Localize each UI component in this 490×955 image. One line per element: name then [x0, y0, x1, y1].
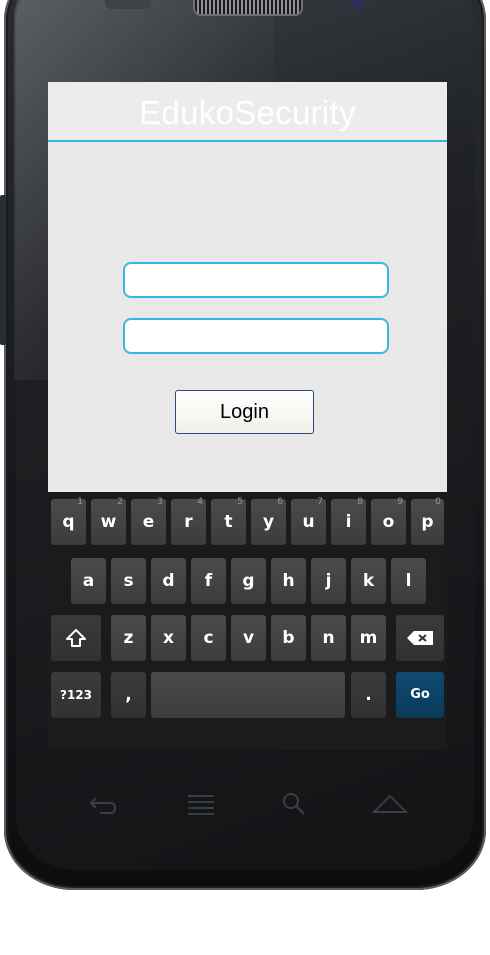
key-o[interactable]: o9 [371, 497, 406, 545]
menu-icon[interactable] [186, 792, 216, 822]
key-u[interactable]: u7 [291, 497, 326, 545]
key-c[interactable]: c [191, 615, 226, 661]
key-f[interactable]: f [191, 558, 226, 604]
key-t[interactable]: t5 [211, 497, 246, 545]
key-g[interactable]: g [231, 558, 266, 604]
key-k[interactable]: k [351, 558, 386, 604]
key-label: p [421, 512, 434, 532]
shift-key[interactable] [51, 615, 101, 661]
key-hint: 6 [277, 497, 283, 507]
key-y[interactable]: y6 [251, 497, 286, 545]
app-screen: EdukoSecurity Login q1 w2 e3 r4 t5 y6 u7… [48, 82, 447, 750]
key-label: e [142, 512, 155, 532]
key-n[interactable]: n [311, 615, 346, 661]
backspace-key[interactable] [396, 615, 444, 661]
search-icon[interactable] [282, 792, 306, 822]
key-b[interactable]: b [271, 615, 306, 661]
key-w[interactable]: w2 [91, 497, 126, 545]
home-icon[interactable] [371, 792, 409, 822]
key-hint: 4 [197, 497, 203, 507]
key-label: u [302, 512, 315, 532]
app-title: EdukoSecurity [48, 82, 447, 142]
volume-button [0, 195, 6, 345]
key-hint: 8 [357, 497, 363, 507]
key-hint: 3 [157, 497, 163, 507]
key-l[interactable]: l [391, 558, 426, 604]
key-label: y [262, 512, 275, 532]
password-field[interactable] [123, 318, 389, 354]
earpiece-speaker [193, 0, 303, 16]
key-label: r [184, 512, 193, 532]
key-j[interactable]: j [311, 558, 346, 604]
key-q[interactable]: q1 [51, 497, 86, 545]
key-e[interactable]: e3 [131, 497, 166, 545]
space-key[interactable] [151, 672, 345, 718]
backspace-icon [405, 628, 435, 648]
key-x[interactable]: x [151, 615, 186, 661]
key-hint: 0 [435, 497, 441, 507]
key-hint: 1 [77, 497, 83, 507]
key-a[interactable]: a [71, 558, 106, 604]
key-label: w [100, 512, 117, 532]
key-d[interactable]: d [151, 558, 186, 604]
key-v[interactable]: v [231, 615, 266, 661]
key-z[interactable]: z [111, 615, 146, 661]
key-m[interactable]: m [351, 615, 386, 661]
key-hint: 9 [397, 497, 403, 507]
key-h[interactable]: h [271, 558, 306, 604]
login-button[interactable]: Login [175, 390, 314, 434]
key-label: t [224, 512, 233, 532]
back-icon[interactable] [88, 792, 118, 822]
proximity-sensor [105, 0, 151, 9]
key-label: o [382, 512, 395, 532]
key-i[interactable]: i8 [331, 497, 366, 545]
key-label: q [62, 512, 75, 532]
key-p[interactable]: p0 [411, 497, 444, 545]
key-s[interactable]: s [111, 558, 146, 604]
key-hint: 7 [317, 497, 323, 507]
username-field[interactable] [123, 262, 389, 298]
shift-arrow-icon [65, 628, 87, 648]
period-key[interactable]: . [351, 672, 386, 718]
go-key[interactable]: Go [396, 672, 444, 718]
key-hint: 5 [237, 497, 243, 507]
key-hint: 2 [117, 497, 123, 507]
comma-key[interactable]: , [111, 672, 146, 718]
key-label: i [345, 512, 352, 532]
key-r[interactable]: r4 [171, 497, 206, 545]
symbols-key[interactable]: ?123 [51, 672, 101, 718]
soft-keyboard: q1 w2 e3 r4 t5 y6 u7 i8 o9 p0 a s d f g … [48, 492, 447, 750]
